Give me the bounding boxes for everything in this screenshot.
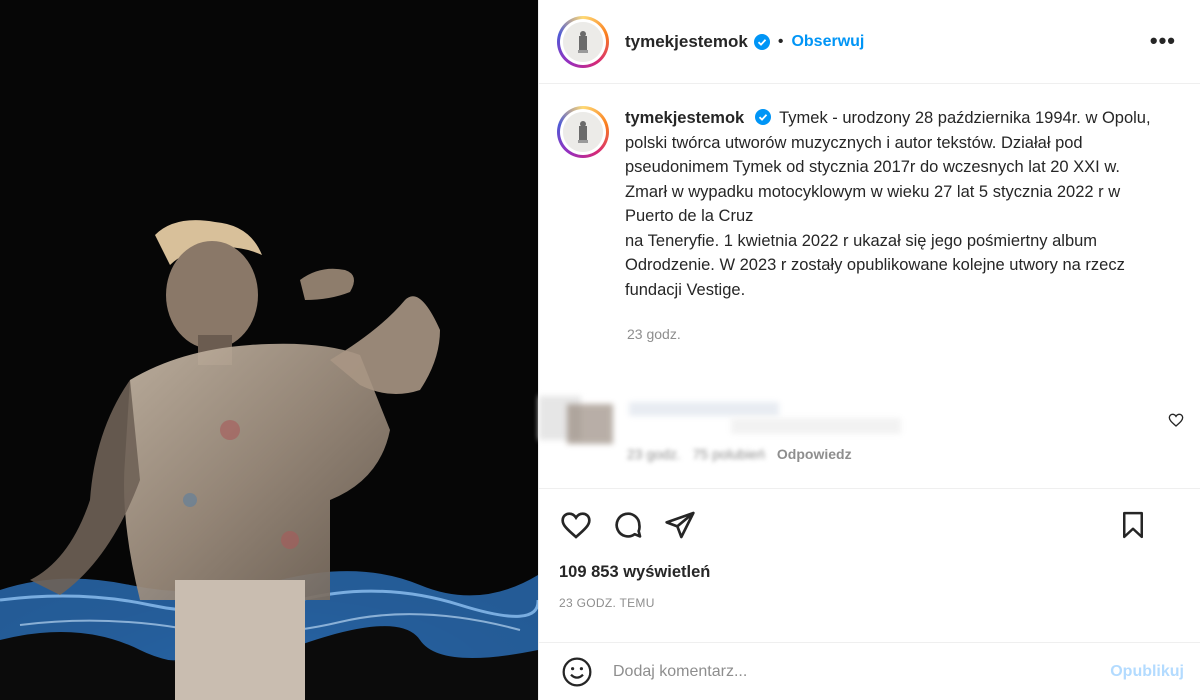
like-heart-icon[interactable] <box>559 508 593 542</box>
action-icons-row <box>559 489 1184 561</box>
comment-likes[interactable]: 75 polubień <box>693 446 765 462</box>
publish-button[interactable]: Opublikuj <box>1110 663 1184 681</box>
caption-paragraph-2: Zmarł w wypadku motocyklowym w wieku 27 … <box>625 182 1121 226</box>
post-header: tymekjestemok • Obserwuj ••• <box>539 0 1200 84</box>
author-username[interactable]: tymekjestemok <box>625 32 748 52</box>
comment-time: 23 godz. <box>627 446 681 462</box>
save-bookmark-icon[interactable] <box>1116 508 1150 542</box>
share-paper-plane-icon[interactable] <box>663 508 697 542</box>
author-avatar[interactable] <box>557 15 609 68</box>
caption-text: tymekjestemok Tymek - urodzony 28 paździ… <box>625 106 1165 302</box>
comment-input[interactable] <box>613 662 1111 681</box>
more-options-icon[interactable]: ••• <box>1150 30 1176 52</box>
post-side-panel: tymekjestemok • Obserwuj ••• tymekjestem… <box>538 0 1200 700</box>
add-comment-bar: Opublikuj <box>539 642 1200 700</box>
views-count[interactable]: 109 853 wyświetleń <box>559 563 1184 582</box>
separator-dot: • <box>777 32 784 50</box>
blurred-comment-text <box>731 418 901 434</box>
blurred-avatar-photo <box>567 404 613 444</box>
reply-button[interactable]: Odpowiedz <box>777 446 852 462</box>
emoji-icon[interactable] <box>561 656 593 688</box>
comment-like-heart-icon[interactable] <box>1168 412 1184 428</box>
caption-verified-badge-icon <box>754 109 771 125</box>
verified-badge-icon <box>753 33 770 50</box>
post-actions: 109 853 wyświetleń 23 GODZ. TEMU <box>539 488 1200 610</box>
post-caption: tymekjestemok Tymek - urodzony 28 paździ… <box>557 106 1184 302</box>
caption-time: 23 godz. <box>627 326 681 342</box>
blurred-comment-name <box>629 402 779 416</box>
post-timestamp: 23 GODZ. TEMU <box>559 596 655 610</box>
caption-avatar[interactable] <box>557 106 609 158</box>
post-photo <box>0 0 538 700</box>
caption-paragraph-3: na Teneryfie. 1 kwietnia 2022 r ukazał s… <box>625 231 1125 299</box>
comment-meta-row: 23 godz. 75 polubień Odpowiedz <box>627 446 852 462</box>
caption-username[interactable]: tymekjestemok <box>625 109 744 127</box>
follow-button[interactable]: Obserwuj <box>791 33 864 51</box>
comments-section: tymekjestemok Tymek - urodzony 28 paździ… <box>539 84 1200 488</box>
comment-bubble-icon[interactable] <box>611 508 645 542</box>
post-media[interactable] <box>0 0 538 700</box>
